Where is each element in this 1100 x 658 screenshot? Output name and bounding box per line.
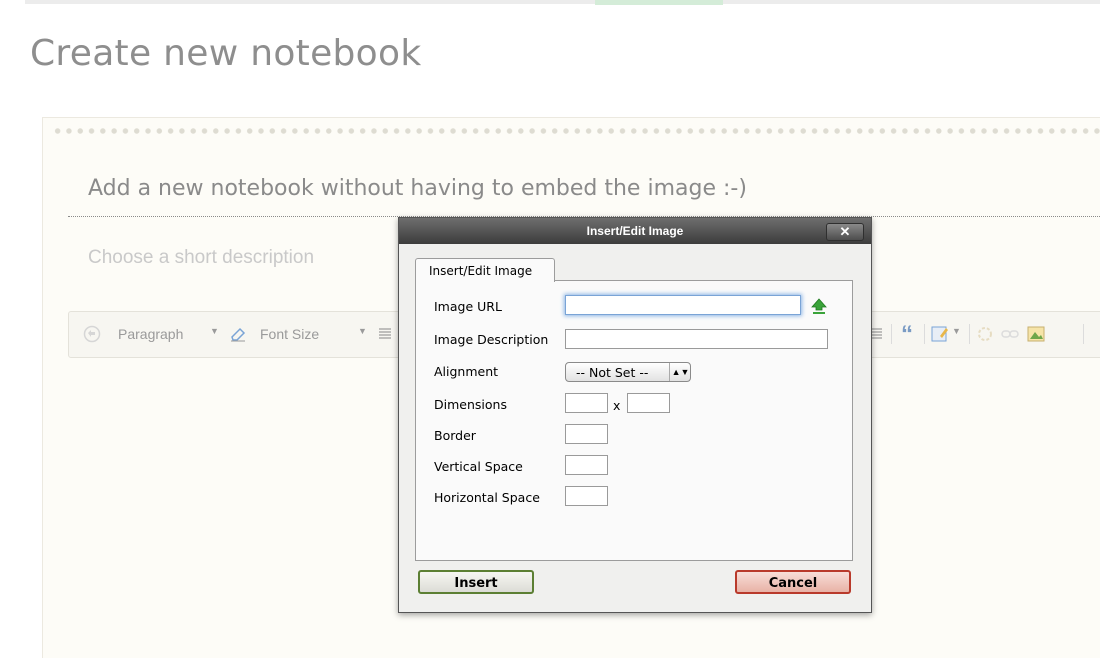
width-input[interactable] bbox=[565, 393, 608, 413]
chevron-down-icon[interactable]: ▼ bbox=[952, 326, 961, 336]
horizontal-space-input[interactable] bbox=[565, 486, 608, 506]
border-input[interactable] bbox=[565, 424, 608, 444]
vertical-space-input[interactable] bbox=[565, 455, 608, 475]
toolbar-separator bbox=[1083, 324, 1084, 344]
font-size-select[interactable]: Font Size bbox=[260, 326, 319, 342]
tab-panel bbox=[415, 280, 853, 561]
cancel-button[interactable]: Cancel bbox=[735, 570, 851, 594]
toolbar-separator bbox=[969, 324, 970, 344]
format-select[interactable]: Paragraph bbox=[118, 326, 183, 342]
toolbar-separator bbox=[891, 324, 892, 344]
close-icon[interactable]: ✕ bbox=[826, 223, 864, 241]
insert-edit-image-dialog: Insert/Edit Image ✕ Insert/Edit Image Im… bbox=[398, 217, 872, 613]
dialog-title: Insert/Edit Image bbox=[586, 224, 684, 238]
link-icon[interactable] bbox=[1001, 328, 1019, 340]
decorative-dots-divider bbox=[52, 126, 1100, 136]
justify-icon[interactable] bbox=[378, 327, 392, 341]
unlink-icon[interactable] bbox=[977, 326, 993, 342]
chevron-down-icon[interactable]: ▼ bbox=[358, 326, 367, 336]
toolbar-separator bbox=[924, 324, 925, 344]
alignment-selected-value: -- Not Set -- bbox=[576, 365, 649, 380]
horizontal-space-label: Horizontal Space bbox=[434, 490, 540, 505]
insert-button[interactable]: Insert bbox=[418, 570, 534, 594]
insert-image-icon[interactable] bbox=[1027, 325, 1045, 343]
top-progress-bar bbox=[25, 0, 1100, 4]
dimensions-separator: x bbox=[613, 398, 621, 413]
top-progress-active bbox=[595, 0, 723, 5]
undo-icon[interactable] bbox=[83, 325, 101, 343]
description-input[interactable] bbox=[88, 244, 388, 272]
tab-label: Insert/Edit Image bbox=[429, 264, 533, 278]
image-url-input[interactable] bbox=[565, 295, 801, 315]
blockquote-icon[interactable]: “ bbox=[901, 321, 913, 349]
upload-icon[interactable] bbox=[810, 297, 828, 315]
eraser-icon[interactable] bbox=[229, 326, 247, 342]
notebook-title[interactable]: Add a new notebook without having to emb… bbox=[88, 176, 747, 201]
dimensions-label: Dimensions bbox=[434, 397, 507, 412]
image-edit-icon[interactable] bbox=[931, 325, 949, 343]
alignment-label: Alignment bbox=[434, 364, 499, 379]
vertical-space-label: Vertical Space bbox=[434, 459, 523, 474]
image-description-input[interactable] bbox=[565, 329, 828, 349]
height-input[interactable] bbox=[627, 393, 670, 413]
border-label: Border bbox=[434, 428, 476, 443]
image-url-label: Image URL bbox=[434, 299, 502, 314]
alignment-select[interactable]: -- Not Set -- ▲▼ bbox=[565, 362, 691, 382]
chevron-down-icon[interactable]: ▼ bbox=[210, 326, 219, 336]
page-title: Create new notebook bbox=[30, 33, 422, 74]
tab-insert-edit-image[interactable]: Insert/Edit Image bbox=[415, 258, 555, 282]
select-arrows-icon: ▲▼ bbox=[669, 363, 691, 381]
image-description-label: Image Description bbox=[434, 332, 549, 347]
